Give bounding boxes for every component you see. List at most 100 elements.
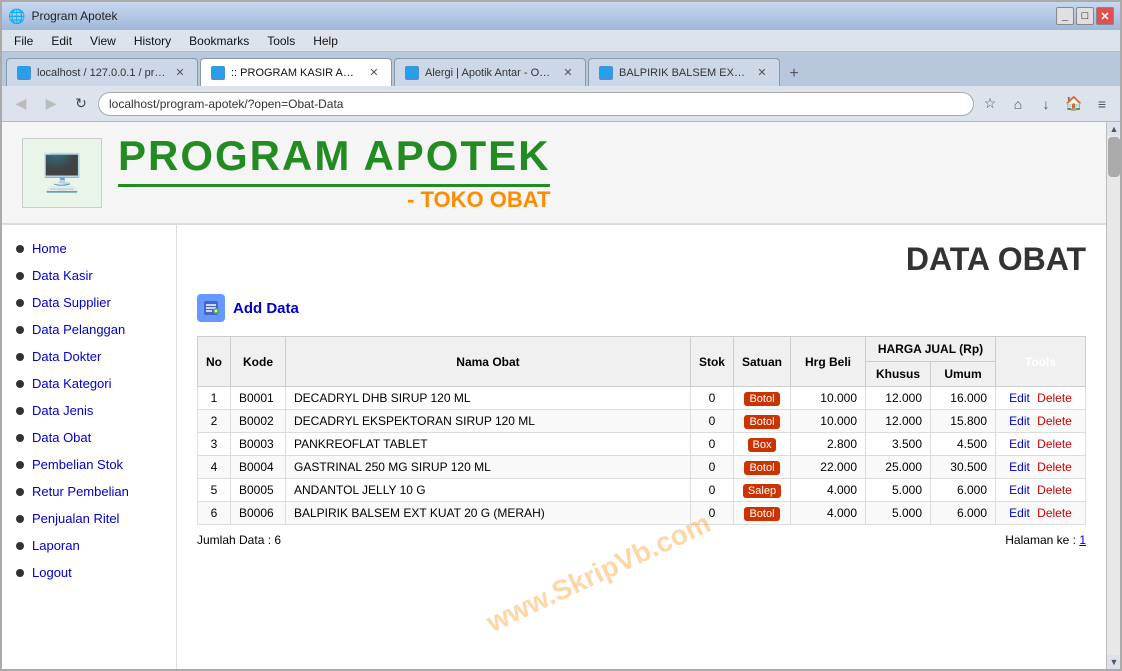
bullet-icon	[16, 542, 24, 550]
sidebar-item-data-pelanggan[interactable]: Data Pelanggan	[2, 316, 176, 343]
delete-link[interactable]: Delete	[1037, 414, 1072, 428]
delete-link[interactable]: Delete	[1037, 483, 1072, 497]
home-icon2[interactable]: 🏠	[1062, 92, 1086, 116]
bookmark-star-icon[interactable]: ☆	[978, 92, 1002, 116]
scrollbar-right[interactable]: ▲ ▼	[1106, 122, 1120, 669]
tab-close-2[interactable]: ✕	[561, 66, 575, 80]
watermark: www.SkripVb.com	[482, 507, 716, 639]
edit-link[interactable]: Edit	[1009, 506, 1030, 520]
sidebar-item-logout[interactable]: Logout	[2, 559, 176, 586]
forward-button[interactable]: ▶	[38, 91, 64, 117]
close-button[interactable]: ✕	[1096, 7, 1114, 25]
sidebar-item-data-obat[interactable]: Data Obat	[2, 424, 176, 451]
tab-close-1[interactable]: ✕	[367, 66, 381, 80]
sidebar-item-retur-pembelian[interactable]: Retur Pembelian	[2, 478, 176, 505]
new-tab-button[interactable]: +	[782, 62, 806, 86]
sidebar-label-logout: Logout	[32, 565, 72, 580]
menu-bookmarks[interactable]: Bookmarks	[181, 32, 257, 50]
delete-link[interactable]: Delete	[1037, 460, 1072, 474]
tab-label-3: BALPIRIK BALSEM EXT KUAT ...	[619, 67, 749, 79]
tab-close-0[interactable]: ✕	[173, 66, 187, 80]
menu-view[interactable]: View	[82, 32, 124, 50]
cell-no: 5	[198, 479, 231, 502]
nav-bar: ◀ ▶ ↻ localhost/program-apotek/?open=Oba…	[2, 86, 1120, 122]
tab-favicon-3: 🌐	[599, 66, 613, 80]
sidebar-item-data-jenis[interactable]: Data Jenis	[2, 397, 176, 424]
content-area: DATA OBAT Add Data	[177, 225, 1106, 669]
cell-kode: B0002	[231, 410, 286, 433]
edit-link[interactable]: Edit	[1009, 391, 1030, 405]
page-number-link[interactable]: 1	[1079, 533, 1086, 547]
cell-hrg-beli: 2.800	[791, 433, 866, 456]
maximize-button[interactable]: □	[1076, 7, 1094, 25]
scroll-down-arrow[interactable]: ▼	[1107, 655, 1120, 669]
cell-hrg-beli: 22.000	[791, 456, 866, 479]
sidebar-item-data-dokter[interactable]: Data Dokter	[2, 343, 176, 370]
sidebar-item-data-kategori[interactable]: Data Kategori	[2, 370, 176, 397]
refresh-button[interactable]: ↻	[68, 91, 94, 117]
tab-1[interactable]: 🌐 :: PROGRAM KASIR APOTEK - 3 L... ✕	[200, 58, 392, 86]
back-button[interactable]: ◀	[8, 91, 34, 117]
cell-satuan: Botol	[733, 410, 790, 433]
sidebar-label-data-obat: Data Obat	[32, 430, 91, 445]
table-footer: Jumlah Data : 6 Halaman ke : 1	[197, 533, 1086, 547]
cell-satuan: Botol	[733, 387, 790, 410]
scroll-thumb[interactable]	[1108, 137, 1120, 177]
sidebar-item-laporan[interactable]: Laporan	[2, 532, 176, 559]
sidebar-item-pembelian-stok[interactable]: Pembelian Stok	[2, 451, 176, 478]
table-row: 2 B0002 DECADRYL EKSPEKTORAN SIRUP 120 M…	[198, 410, 1086, 433]
table-row: 5 B0005 ANDANTOL JELLY 10 G 0 Salep 4.00…	[198, 479, 1086, 502]
menu-file[interactable]: File	[6, 32, 41, 50]
menu-help[interactable]: Help	[305, 32, 346, 50]
page-title: DATA OBAT	[197, 241, 1086, 278]
add-data-button[interactable]: Add Data	[197, 294, 1086, 322]
menu-icon[interactable]: ≡	[1090, 92, 1114, 116]
delete-link[interactable]: Delete	[1037, 506, 1072, 520]
tab-3[interactable]: 🌐 BALPIRIK BALSEM EXT KUAT ... ✕	[588, 58, 780, 86]
tab-close-3[interactable]: ✕	[755, 66, 769, 80]
sidebar-item-data-supplier[interactable]: Data Supplier	[2, 289, 176, 316]
main-layout: Home Data Kasir Data Supplier Data Pelan…	[2, 225, 1106, 669]
th-khusus: Khusus	[866, 362, 931, 387]
cell-tools: Edit Delete	[996, 433, 1086, 456]
edit-link[interactable]: Edit	[1009, 483, 1030, 497]
cell-no: 4	[198, 456, 231, 479]
cell-stok: 0	[690, 387, 733, 410]
sidebar-item-penjualan-ritel[interactable]: Penjualan Ritel	[2, 505, 176, 532]
page-content: 🖥️ PROGRAM APOTEK - TOKO OBAT Home	[2, 122, 1106, 669]
menu-edit[interactable]: Edit	[43, 32, 80, 50]
tab-2[interactable]: 🌐 Alergi | Apotik Antar - Obat O... ✕	[394, 58, 586, 86]
menu-tools[interactable]: Tools	[259, 32, 303, 50]
th-nama: Nama Obat	[286, 337, 691, 387]
menu-history[interactable]: History	[126, 32, 179, 50]
data-table: No Kode Nama Obat Stok Satuan Hrg Beli H…	[197, 336, 1086, 525]
sidebar-item-data-kasir[interactable]: Data Kasir	[2, 262, 176, 289]
delete-link[interactable]: Delete	[1037, 437, 1072, 451]
home-icon[interactable]: ⌂	[1006, 92, 1030, 116]
cell-stok: 0	[690, 479, 733, 502]
bullet-icon	[16, 569, 24, 577]
delete-link[interactable]: Delete	[1037, 391, 1072, 405]
edit-link[interactable]: Edit	[1009, 437, 1030, 451]
minimize-button[interactable]: _	[1056, 7, 1074, 25]
refresh-icon[interactable]: ↓	[1034, 92, 1058, 116]
address-bar[interactable]: localhost/program-apotek/?open=Obat-Data	[98, 92, 974, 116]
edit-link[interactable]: Edit	[1009, 414, 1030, 428]
header-subtitle: - TOKO OBAT	[118, 187, 550, 213]
tab-favicon-0: 🌐	[17, 66, 31, 80]
cell-kode: B0006	[231, 502, 286, 525]
th-no: No	[198, 337, 231, 387]
sidebar-item-home[interactable]: Home	[2, 235, 176, 262]
cell-nama: DECADRYL DHB SIRUP 120 ML	[286, 387, 691, 410]
cell-umum: 6.000	[931, 479, 996, 502]
satuan-badge: Box	[748, 438, 777, 452]
th-harga-jual: HARGA JUAL (Rp)	[866, 337, 996, 362]
edit-link[interactable]: Edit	[1009, 460, 1030, 474]
cell-stok: 0	[690, 433, 733, 456]
cell-nama: PANKREOFLAT TABLET	[286, 433, 691, 456]
header-text: PROGRAM APOTEK - TOKO OBAT	[118, 132, 550, 213]
scroll-up-arrow[interactable]: ▲	[1107, 122, 1120, 136]
cell-umum: 16.000	[931, 387, 996, 410]
tab-0[interactable]: 🌐 localhost / 127.0.0.1 / progra... ✕	[6, 58, 198, 86]
th-satuan: Satuan	[733, 337, 790, 387]
